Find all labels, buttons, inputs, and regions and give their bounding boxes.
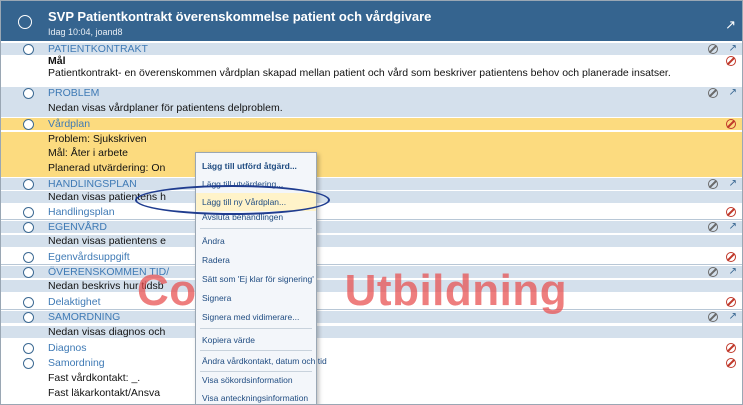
- no-entry-icon[interactable]: [726, 358, 736, 368]
- select-circle-icon[interactable]: [23, 312, 34, 323]
- text: Patientkontrakt- en överenskommen vårdpl…: [48, 67, 671, 79]
- text: Fast vårdkontakt: _.: [48, 372, 141, 384]
- row-fast-vardkontakt: Fast vårdkontakt: _.: [1, 372, 742, 384]
- row-samordning-item[interactable]: Samordning: [1, 357, 742, 369]
- menu-item-edit[interactable]: Ändra: [196, 232, 316, 250]
- text: Nedan visas diagnos och: [48, 326, 166, 338]
- no-entry-icon[interactable]: [726, 252, 736, 262]
- menu-separator: [200, 328, 312, 329]
- row-samordning-text: Nedan visas diagnos och: [1, 326, 742, 338]
- row-egenvard-text: Nedan visas patientens e: [1, 235, 742, 247]
- menu-item-delete[interactable]: Radera: [196, 251, 316, 269]
- section-label: EGENVÅRD: [48, 221, 107, 233]
- text: Nedan visas patientens e: [48, 235, 166, 247]
- select-circle-icon[interactable]: [23, 179, 34, 190]
- section-label: SAMORDNING: [48, 311, 121, 323]
- row-handlingsplan-text: Nedan visas patientens h: [1, 191, 742, 203]
- pin-icon[interactable]: ↗: [729, 87, 737, 99]
- highlight-oval-annotation: [135, 185, 330, 215]
- menu-item-sign-with-witness[interactable]: Signera med vidimerare...: [196, 308, 316, 326]
- section-handlingsplan[interactable]: HANDLINGSPLAN ↗: [1, 178, 742, 190]
- no-entry-icon[interactable]: [708, 88, 718, 98]
- select-circle-icon[interactable]: [23, 119, 34, 130]
- no-entry-icon[interactable]: [726, 297, 736, 307]
- select-circle-icon[interactable]: [23, 252, 34, 263]
- item-label: Diagnos: [48, 342, 87, 354]
- section-label: PROBLEM: [48, 87, 100, 99]
- select-circle-icon[interactable]: [18, 15, 32, 29]
- row-vardplan[interactable]: Vårdplan: [1, 118, 742, 130]
- item-label: Handlingsplan: [48, 206, 115, 218]
- no-entry-icon[interactable]: [708, 267, 718, 277]
- watermark-left: Co: [137, 266, 197, 315]
- text: Planerad utvärdering: On: [48, 162, 166, 174]
- document-window: SVP Patientkontrakt överenskommelse pati…: [0, 0, 743, 405]
- select-circle-icon[interactable]: [23, 343, 34, 354]
- row-diagnos[interactable]: Diagnos: [1, 342, 742, 354]
- menu-separator: [200, 228, 312, 229]
- pin-icon[interactable]: ↗: [729, 43, 737, 55]
- row-fast-lakarkontakt: Fast läkarkontakt/Ansva: [1, 387, 742, 399]
- pin-icon[interactable]: ↗: [729, 178, 737, 190]
- section-problem[interactable]: PROBLEM ↗: [1, 87, 742, 99]
- item-label: Egenvårdsuppgift: [48, 251, 130, 263]
- menu-item-show-keyword-info[interactable]: Visa sökordsinformation: [196, 371, 316, 389]
- select-circle-icon[interactable]: [23, 267, 34, 278]
- menu-item-add-performed-action[interactable]: Lägg till utförd åtgärd...: [196, 157, 316, 175]
- menu-item-change-care-contact[interactable]: Ändra vårdkontakt, datum och tid: [196, 352, 327, 370]
- section-label: HANDLINGSPLAN: [48, 178, 137, 190]
- menu-item-copy-value[interactable]: Kopiera värde: [196, 331, 316, 349]
- no-entry-icon[interactable]: [708, 179, 718, 189]
- select-circle-icon[interactable]: [23, 297, 34, 308]
- row-vardplan-mal: Mål: Åter i arbete: [1, 146, 742, 160]
- text: Mål: [48, 55, 66, 67]
- document-title: SVP Patientkontrakt överenskommelse pati…: [48, 9, 432, 24]
- no-entry-icon[interactable]: [726, 343, 736, 353]
- document-header[interactable]: SVP Patientkontrakt överenskommelse pati…: [1, 1, 742, 41]
- row-vardplan-utvardering: Planerad utvärdering: On: [1, 160, 742, 177]
- divider: [1, 219, 742, 220]
- text: Mål: Åter i arbete: [48, 147, 128, 159]
- no-entry-icon[interactable]: [726, 207, 736, 217]
- no-entry-icon[interactable]: [726, 119, 736, 129]
- select-circle-icon[interactable]: [23, 222, 34, 233]
- watermark-right: Utbildning: [344, 266, 568, 315]
- document-meta: Idag 10:04, joand8: [48, 27, 123, 37]
- text: Problem: Sjukskriven: [48, 133, 147, 145]
- row-mal-text: Patientkontrakt- en överenskommen vårdpl…: [1, 67, 742, 79]
- select-circle-icon[interactable]: [23, 44, 34, 55]
- menu-item-sign[interactable]: Signera: [196, 289, 316, 307]
- item-label: Samordning: [48, 357, 105, 369]
- row-mal-heading: Mål: [1, 55, 742, 67]
- item-label: Delaktighet: [48, 296, 101, 308]
- section-patientkontrakt[interactable]: PATIENTKONTRAKT ↗: [1, 43, 742, 55]
- menu-item-set-not-ready-for-signing[interactable]: Sätt som 'Ej klar för signering': [196, 270, 316, 288]
- no-entry-icon[interactable]: [708, 312, 718, 322]
- no-entry-icon[interactable]: [708, 222, 718, 232]
- menu-item-show-note-info[interactable]: Visa anteckningsinformation: [196, 389, 316, 404]
- row-egenvard-item[interactable]: Egenvårdsuppgift: [1, 251, 742, 263]
- text: Fast läkarkontakt/Ansva: [48, 387, 161, 399]
- menu-separator: [200, 350, 312, 351]
- text: Nedan visas vårdplaner för patientens de…: [48, 102, 283, 114]
- no-entry-icon[interactable]: [708, 44, 718, 54]
- row-vardplan-problem: Problem: Sjukskriven: [1, 132, 742, 146]
- select-circle-icon[interactable]: [23, 207, 34, 218]
- row-handlingsplan-item[interactable]: Handlingsplan: [1, 206, 742, 218]
- select-circle-icon[interactable]: [23, 358, 34, 369]
- row-problem-text: Nedan visas vårdplaner för patientens de…: [1, 99, 742, 117]
- select-circle-icon[interactable]: [23, 88, 34, 99]
- section-egenvard[interactable]: EGENVÅRD ↗: [1, 221, 742, 233]
- pin-icon[interactable]: ↗: [729, 311, 737, 323]
- item-label: Vårdplan: [48, 118, 91, 130]
- pin-icon[interactable]: ↗: [725, 17, 736, 33]
- pin-icon[interactable]: ↗: [729, 221, 737, 233]
- pin-icon[interactable]: ↗: [729, 266, 737, 278]
- section-label: PATIENTKONTRAKT: [48, 43, 148, 55]
- no-entry-icon[interactable]: [726, 56, 736, 66]
- divider: [1, 264, 742, 265]
